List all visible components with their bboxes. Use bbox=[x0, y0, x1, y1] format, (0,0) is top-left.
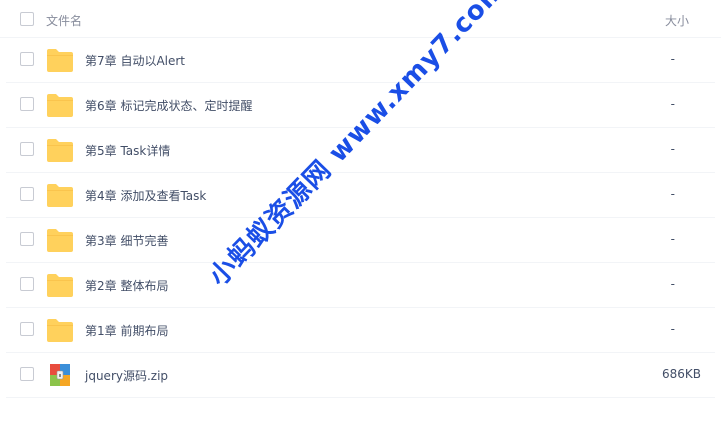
file-name[interactable]: 第3章 细节完善 bbox=[85, 232, 168, 249]
file-size: - bbox=[670, 97, 675, 111]
file-row[interactable]: 第7章 自动以Alert - bbox=[6, 38, 715, 83]
folder-icon bbox=[47, 94, 73, 117]
row-checkbox[interactable] bbox=[20, 322, 34, 336]
file-list-header: 文件名 大小 bbox=[0, 0, 721, 38]
file-size: - bbox=[670, 142, 675, 156]
row-checkbox[interactable] bbox=[20, 142, 34, 156]
file-size: - bbox=[670, 322, 675, 336]
file-name[interactable]: 第1章 前期布局 bbox=[85, 322, 168, 339]
file-name[interactable]: 第6章 标记完成状态、定时提醒 bbox=[85, 97, 252, 114]
folder-icon bbox=[47, 49, 73, 72]
file-size: 686KB bbox=[661, 367, 701, 381]
column-header-name[interactable]: 文件名 bbox=[46, 12, 82, 29]
file-name[interactable]: 第4章 添加及查看Task bbox=[85, 187, 206, 204]
file-row[interactable]: 第6章 标记完成状态、定时提醒 - bbox=[6, 83, 715, 128]
file-row[interactable]: jquery源码.zip 686KB bbox=[6, 353, 715, 398]
folder-icon bbox=[47, 319, 73, 342]
select-all-checkbox[interactable] bbox=[20, 12, 34, 26]
file-row[interactable]: 第5章 Task详情 - bbox=[6, 128, 715, 173]
zip-archive-icon bbox=[50, 364, 70, 386]
file-row[interactable]: 第3章 细节完善 - bbox=[6, 218, 715, 263]
row-checkbox[interactable] bbox=[20, 97, 34, 111]
folder-icon bbox=[47, 274, 73, 297]
file-name[interactable]: 第2章 整体布局 bbox=[85, 277, 168, 294]
row-checkbox[interactable] bbox=[20, 52, 34, 66]
file-name[interactable]: 第7章 自动以Alert bbox=[85, 52, 185, 69]
file-size: - bbox=[670, 277, 675, 291]
row-checkbox[interactable] bbox=[20, 277, 34, 291]
file-size: - bbox=[670, 52, 675, 66]
row-checkbox[interactable] bbox=[20, 367, 34, 381]
row-checkbox[interactable] bbox=[20, 187, 34, 201]
file-list: 第7章 自动以Alert - 第6章 标记完成状态、定时提醒 - 第5章 Tas… bbox=[0, 38, 721, 398]
file-row[interactable]: 第1章 前期布局 - bbox=[6, 308, 715, 353]
file-name[interactable]: 第5章 Task详情 bbox=[85, 142, 170, 159]
file-size: - bbox=[670, 187, 675, 201]
file-row[interactable]: 第2章 整体布局 - bbox=[6, 263, 715, 308]
row-checkbox[interactable] bbox=[20, 232, 34, 246]
column-header-size[interactable]: 大小 bbox=[665, 12, 689, 29]
file-row[interactable]: 第4章 添加及查看Task - bbox=[6, 173, 715, 218]
folder-icon bbox=[47, 139, 73, 162]
folder-icon bbox=[47, 184, 73, 207]
file-name[interactable]: jquery源码.zip bbox=[85, 367, 168, 384]
file-size: - bbox=[670, 232, 675, 246]
folder-icon bbox=[47, 229, 73, 252]
